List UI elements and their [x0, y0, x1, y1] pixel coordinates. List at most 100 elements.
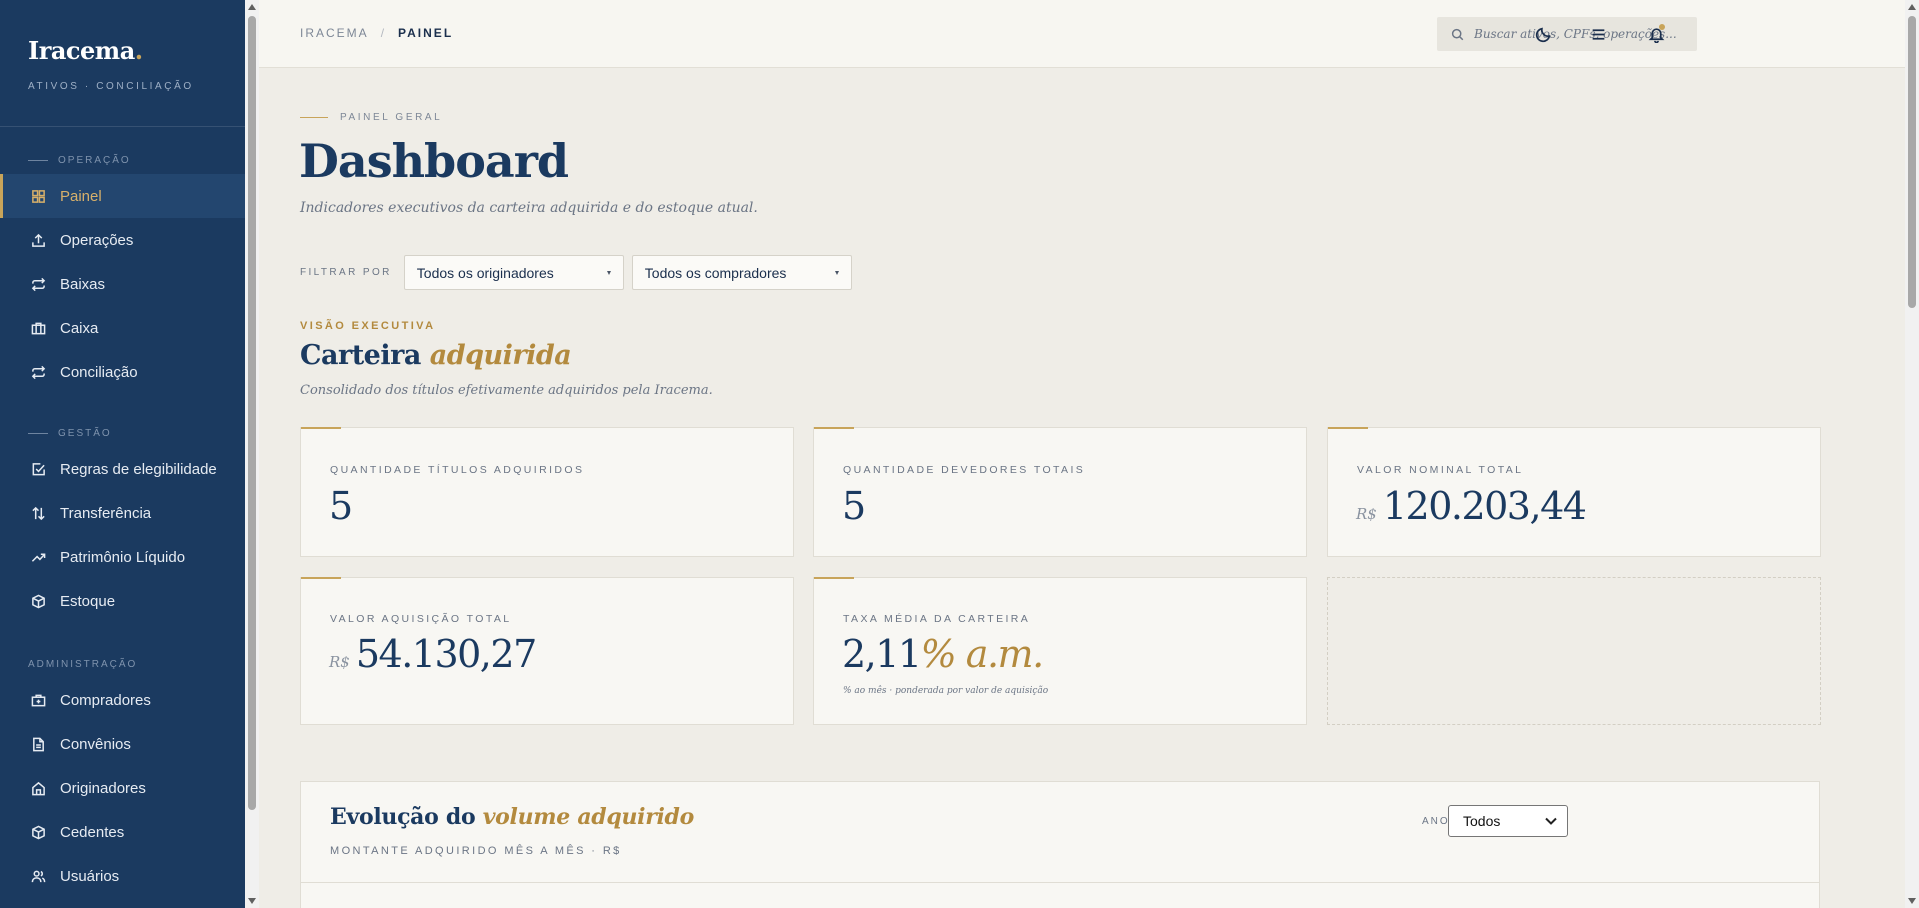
card-accent-bar — [301, 427, 341, 429]
page-scrollbar-thumb[interactable] — [1908, 16, 1916, 308]
year-select-value: Todos — [1463, 813, 1501, 829]
kpi-note: % ao mês · ponderada por valor de aquisi… — [843, 686, 1049, 696]
kpi-card-valor-nominal: VALOR NOMINAL TOTAL R$ 120.203,44 — [1327, 427, 1821, 557]
breadcrumb: IRACEMA / PAINEL — [300, 26, 453, 40]
breadcrumb-current: PAINEL — [398, 26, 454, 40]
sidebar-item-label: Estoque — [60, 592, 116, 610]
chart-title: Evolução do volume adquirido — [330, 804, 695, 830]
sidebar-item-transferencia[interactable]: Transferência — [0, 491, 245, 535]
kpi-value: R$ 120.203,44 — [1356, 484, 1587, 528]
repeat-icon — [30, 364, 46, 380]
theme-toggle-button[interactable] — [1533, 24, 1553, 44]
compradores-select-value: Todos os compradores — [644, 264, 787, 281]
breadcrumb-separator: / — [380, 26, 387, 40]
sidebar-scrollbar[interactable] — [245, 0, 259, 908]
file-text-icon — [30, 736, 46, 752]
sidebar-item-label: Painel — [60, 187, 102, 205]
moon-icon — [1535, 26, 1552, 43]
sidebar-item-regras-elegibilidade[interactable]: Regras de elegibilidade — [0, 447, 245, 491]
chart-card-volume: Evolução do volume adquirido MONTANTE AD… — [300, 781, 1820, 908]
card-accent-bar — [814, 427, 854, 429]
originadores-select-value: Todos os originadores — [416, 264, 554, 281]
kpi-value: 5 — [842, 484, 866, 528]
compradores-select[interactable]: Todos os compradores — [631, 255, 852, 290]
year-label: ANO — [1422, 816, 1450, 827]
kpi-card-taxa-media: TAXA MÉDIA DA CARTEIRA 2,11% a.m. % ao m… — [813, 577, 1307, 725]
sidebar-item-label: Usuários — [60, 867, 120, 885]
briefcase-icon — [30, 320, 46, 336]
brand-subtitle: ATIVOS · CONCILIAÇÃO — [28, 81, 194, 92]
card-accent-bar — [1328, 427, 1368, 429]
scroll-up-arrow-icon[interactable] — [1908, 4, 1916, 10]
originadores-select[interactable]: Todos os originadores — [403, 255, 624, 290]
sidebar-item-compradores[interactable]: Compradores — [0, 678, 245, 722]
breadcrumb-root[interactable]: IRACEMA — [300, 26, 369, 40]
currency-symbol: R$ — [329, 653, 350, 671]
sidebar-item-painel[interactable]: Painel — [0, 174, 245, 218]
scroll-down-arrow-icon[interactable] — [1908, 898, 1916, 904]
sidebar-item-usuarios[interactable]: Usuários — [0, 854, 245, 898]
nav-section-gestao: GESTÃO — [28, 428, 245, 439]
sidebar-item-label: Conciliação — [60, 363, 138, 381]
kpi-value: 2,11% a.m. — [842, 632, 1045, 676]
sidebar-item-label: Patrimônio Líquido — [60, 548, 186, 566]
brand-logo[interactable]: Iracema. — [28, 36, 245, 65]
kpi-label: QUANTIDADE TÍTULOS ADQUIRIDOS — [330, 464, 585, 476]
sidebar-item-label: Operações — [60, 231, 134, 249]
kpi-card-placeholder — [1327, 577, 1821, 725]
sidebar-item-patrimonio-liquido[interactable]: Patrimônio Líquido — [0, 535, 245, 579]
card-accent-bar — [814, 577, 854, 579]
brand-name: Iracema — [28, 36, 135, 65]
kpi-label: VALOR NOMINAL TOTAL — [1357, 464, 1524, 476]
nav-section-operacao: OPERAÇÃO — [28, 155, 245, 166]
section-subtitle: Consolidado dos títulos efetivamente adq… — [300, 383, 713, 398]
sidebar-item-label: Cedentes — [60, 823, 125, 841]
sidebar-item-label: Transferência — [60, 504, 152, 522]
topbar: IRACEMA / PAINEL — [259, 0, 1905, 68]
kpi-unit: % a.m. — [920, 632, 1045, 676]
sidebar-item-baixas[interactable]: Baixas — [0, 262, 245, 306]
brand: Iracema. ATIVOS · CONCILIAÇÃO — [0, 0, 245, 127]
card-accent-bar — [301, 577, 341, 579]
kpi-label: VALOR AQUISIÇÃO TOTAL — [330, 613, 512, 625]
kpi-label: TAXA MÉDIA DA CARTEIRA — [843, 613, 1031, 625]
repeat-icon — [30, 276, 46, 292]
chevron-down-icon — [1545, 817, 1557, 825]
brand-dot: . — [134, 36, 143, 65]
arrows-updown-icon — [30, 505, 46, 521]
sidebar-scrollbar-thumb[interactable] — [248, 16, 256, 810]
section-title: Carteira adquirida — [300, 340, 572, 371]
currency-symbol: R$ — [1356, 505, 1377, 523]
sidebar-item-estoque[interactable]: Estoque — [0, 579, 245, 623]
box-icon — [30, 824, 46, 840]
box-icon — [30, 593, 46, 609]
scroll-up-arrow-icon[interactable] — [248, 4, 256, 10]
sidebar-item-cedentes[interactable]: Cedentes — [0, 810, 245, 854]
filters-bar: FILTRAR POR Todos os originadores Todos … — [300, 255, 860, 290]
sidebar-item-label: Compradores — [60, 691, 151, 709]
chevron-down-icon — [834, 270, 839, 275]
sidebar-item-operacoes[interactable]: Operações — [0, 218, 245, 262]
sidebar-item-conciliacao[interactable]: Conciliação — [0, 350, 245, 394]
sidebar-item-convenios[interactable]: Convênios — [0, 722, 245, 766]
sidebar-item-label: Caixa — [60, 319, 99, 337]
menu-icon — [1590, 26, 1607, 43]
notifications-button[interactable] — [1646, 24, 1666, 44]
briefcase-plus-icon — [30, 692, 46, 708]
sidebar-item-caixa[interactable]: Caixa — [0, 306, 245, 350]
filter-label: FILTRAR POR — [300, 267, 392, 278]
year-select[interactable]: Todos — [1448, 805, 1568, 837]
chevron-down-icon — [606, 270, 611, 275]
scroll-down-arrow-icon[interactable] — [248, 898, 256, 904]
search-icon — [1451, 28, 1474, 41]
page-scrollbar[interactable] — [1905, 0, 1919, 908]
grid-icon — [30, 188, 46, 204]
chart-subtitle: MONTANTE ADQUIRIDO MÊS A MÊS · R$ — [330, 845, 622, 857]
sidebar-item-originadores[interactable]: Originadores — [0, 766, 245, 810]
nav-section-administracao: ADMINISTRAÇÃO — [28, 659, 138, 670]
kpi-label: QUANTIDADE DEVEDORES TOTAIS — [843, 464, 1086, 476]
menu-button[interactable] — [1588, 24, 1608, 44]
kpi-card-devedores: QUANTIDADE DEVEDORES TOTAIS 5 — [813, 427, 1307, 557]
page-eyebrow: PAINEL GERAL — [300, 112, 442, 123]
trending-up-icon — [30, 549, 46, 565]
